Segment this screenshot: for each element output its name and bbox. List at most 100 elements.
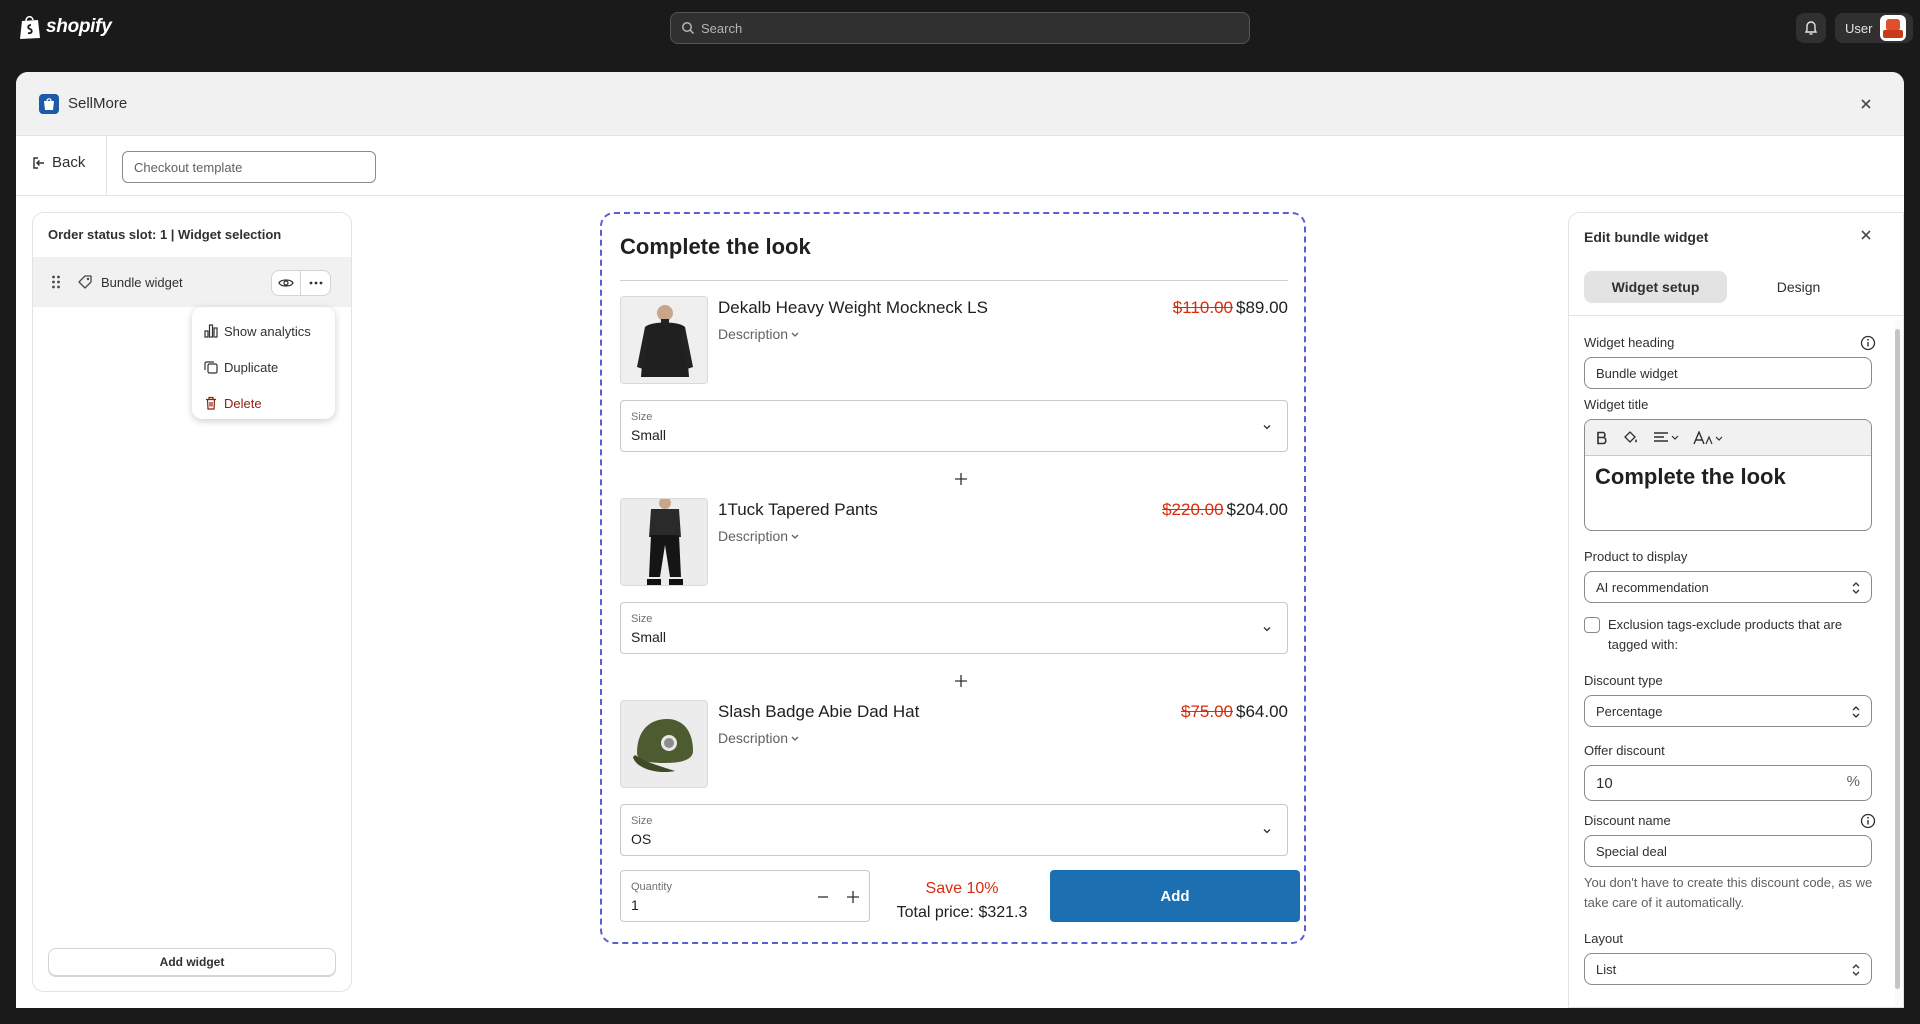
chevron-down-icon [1263,829,1271,834]
size-select[interactable]: Size OS [620,804,1288,856]
tab-widget-setup[interactable]: Widget setup [1584,271,1727,303]
product-image-hat[interactable] [620,700,708,788]
discounted-price: $204.00 [1226,500,1288,519]
discount-type-select[interactable]: Percentage [1584,695,1872,727]
menu-item-label: Duplicate [224,359,279,375]
preview-toggle-button[interactable] [271,270,301,296]
shopify-logo[interactable]: shopify [18,14,112,40]
app-modal: SellMore Back Checkout template Order st… [16,72,1904,1008]
select-value: AI recommendation [1596,579,1709,595]
template-placeholder: Checkout template [134,159,243,175]
chevron-down-icon [791,534,799,539]
paint-bucket-icon[interactable] [1623,430,1639,445]
size-label: Size [631,815,653,827]
input-value: Bundle widget [1596,365,1678,381]
total-price: Total price: $321.3 [896,904,1028,921]
description-toggle[interactable]: Description [718,326,800,342]
product-image-pants[interactable] [620,498,708,586]
widget-actions-menu: Show analytics Duplicate Delete [192,307,335,419]
description-toggle[interactable]: Description [718,730,800,746]
product-image-sweater[interactable] [620,296,708,384]
percent-suffix: % [1846,773,1860,790]
size-select[interactable]: Size Small [620,602,1288,654]
discount-name-input[interactable]: Special deal [1584,835,1872,867]
bell-icon [1804,21,1818,35]
panel-scrollbar[interactable] [1895,321,1900,1007]
panel-title: Edit bundle widget [1584,229,1709,245]
menu-item-duplicate[interactable]: Duplicate [192,349,335,385]
bold-icon[interactable] [1595,431,1609,445]
size-value: Small [631,629,667,645]
quantity-stepper[interactable]: Quantity 1 [620,870,870,922]
add-bundle-button[interactable]: Add [1050,870,1300,922]
menu-item-delete[interactable]: Delete [192,385,335,421]
size-select[interactable]: Size Small [620,400,1288,452]
size-label: Size [631,613,653,625]
chevron-down-icon [1263,627,1271,632]
description-label: Description [718,730,789,746]
widget-title-editor[interactable]: Complete the look [1584,419,1872,531]
exclusion-tags-checkbox[interactable] [1584,617,1600,633]
text-size-dropdown-icon[interactable] [1693,430,1723,445]
offer-discount-input[interactable]: 10 % [1584,765,1872,801]
editor-workspace: Order status slot: 1 | Widget selection … [16,196,1904,1008]
info-icon[interactable] [1860,335,1876,351]
widget-list-item[interactable]: Bundle widget [33,257,351,307]
widget-title-label: Widget title [1584,397,1649,412]
minus-icon[interactable] [817,891,829,903]
widget-selection-panel: Order status slot: 1 | Widget selection … [32,212,352,992]
original-price: $75.00 [1181,702,1233,721]
input-value: 10 [1596,774,1613,792]
discount-tag-icon [78,275,92,289]
size-value: Small [631,427,667,443]
product-name: Slash Badge Abie Dad Hat [718,702,920,721]
size-label: Size [631,411,653,423]
quantity-value: 1 [631,897,639,913]
discounted-price: $89.00 [1236,298,1288,317]
plus-icon[interactable] [846,890,860,904]
select-arrows-icon [1852,582,1860,594]
avatar [1880,15,1907,41]
tab-design[interactable]: Design [1727,271,1870,303]
layout-select[interactable]: List [1584,953,1872,985]
plus-icon [955,675,967,687]
modal-header: SellMore [16,72,1904,136]
product-price: $75.00 $64.00 [1181,702,1288,722]
more-horizontal-icon [309,281,322,285]
discounted-price: $64.00 [1236,702,1288,721]
user-menu-button[interactable]: User [1835,13,1913,43]
bar-chart-icon [204,324,218,338]
back-button[interactable]: Back [32,154,85,171]
offer-discount-label: Offer discount [1584,743,1665,758]
panel-title: Order status slot: 1 | Widget selection [48,227,282,242]
select-arrows-icon [1852,706,1860,718]
more-actions-button[interactable] [301,270,331,296]
notifications-button[interactable] [1796,13,1826,43]
description-toggle[interactable]: Description [718,528,800,544]
template-name-input[interactable]: Checkout template [122,151,376,183]
discount-type-label: Discount type [1584,673,1663,688]
chevron-down-icon [1263,425,1271,430]
align-dropdown-icon[interactable] [1653,431,1679,445]
bundle-product: Dekalb Heavy Weight Mockneck LS Descript… [620,296,1288,384]
close-icon [1861,99,1871,109]
menu-item-show-analytics[interactable]: Show analytics [192,313,335,349]
drag-handle-icon[interactable] [51,274,61,290]
product-name: Dekalb Heavy Weight Mockneck LS [718,298,988,317]
info-icon[interactable] [1860,813,1876,829]
select-value: Percentage [1596,703,1663,719]
eye-icon [278,279,294,287]
select-arrows-icon [1852,964,1860,976]
description-label: Description [718,528,789,544]
widget-title-text[interactable]: Complete the look [1595,464,1786,490]
original-price: $110.00 [1172,298,1233,317]
modal-close-button[interactable] [1856,94,1876,114]
close-icon[interactable] [1860,229,1872,241]
search-input[interactable]: Search [670,12,1250,44]
widget-heading-input[interactable]: Bundle widget [1584,357,1872,389]
top-bar: shopify Search User [0,0,1920,56]
product-display-select[interactable]: AI recommendation [1584,571,1872,603]
add-widget-button[interactable]: Add widget [48,948,336,976]
chevron-down-icon [791,332,799,337]
plus-icon [955,473,967,485]
